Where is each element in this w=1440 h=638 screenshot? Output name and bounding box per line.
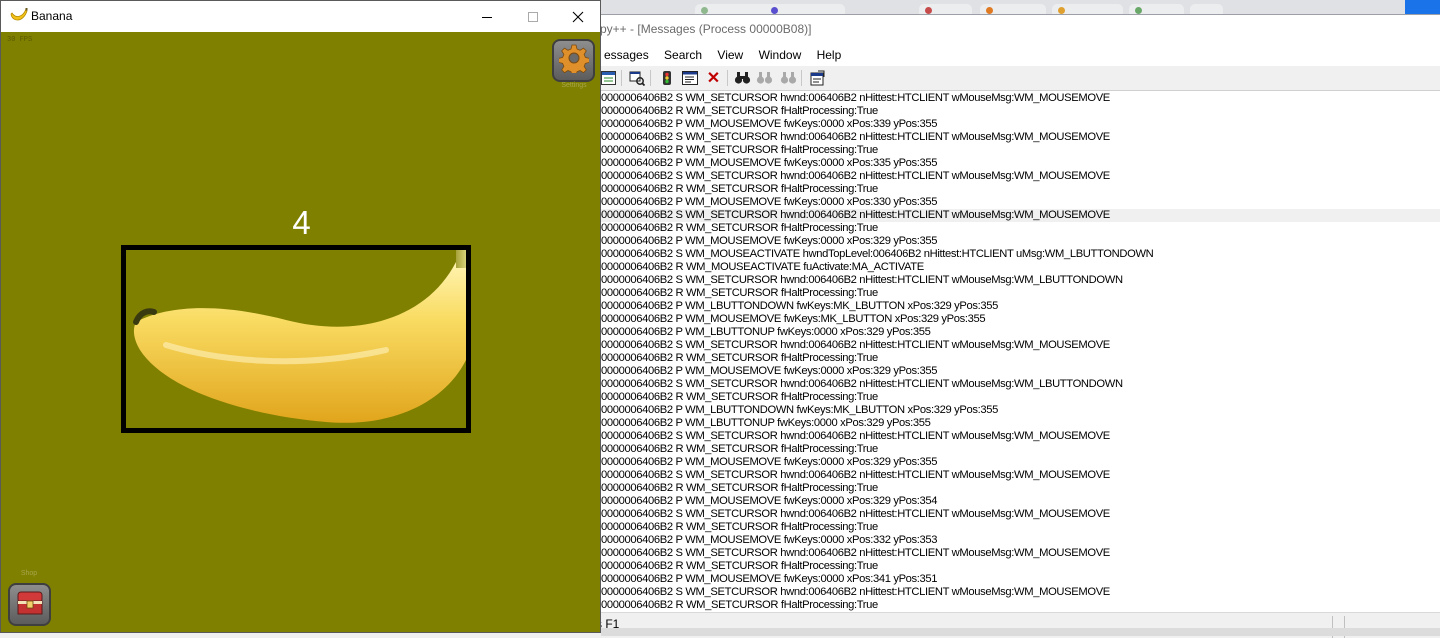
- banana-icon: [9, 7, 29, 25]
- settings-button[interactable]: [552, 39, 595, 82]
- message-row[interactable]: 0000006406B2 P WM_MOUSEMOVE fwKeys:0000 …: [600, 456, 1440, 469]
- message-row[interactable]: 0000006406B2 P WM_LBUTTONDOWN fwKeys:MK_…: [600, 404, 1440, 417]
- message-row[interactable]: 0000006406B2 R WM_SETCURSOR fHaltProcess…: [600, 352, 1440, 365]
- message-row[interactable]: 0000006406B2 P WM_MOUSEMOVE fwKeys:0000 …: [600, 365, 1440, 378]
- menu-search[interactable]: Search: [658, 45, 708, 65]
- message-row[interactable]: 0000006406B2 R WM_SETCURSOR fHaltProcess…: [600, 443, 1440, 456]
- message-row[interactable]: 0000006406B2 R WM_SETCURSOR fHaltProcess…: [600, 391, 1440, 404]
- spy-title-text: Spy++ - [Messages (Process 00000B08)]: [592, 22, 812, 36]
- message-row[interactable]: 0000006406B2 P WM_LBUTTONDOWN fwKeys:MK_…: [600, 300, 1440, 313]
- clear-log-icon[interactable]: ✕: [705, 69, 722, 87]
- close-button[interactable]: [555, 1, 601, 32]
- fps-counter: 30 FPS: [7, 36, 33, 44]
- menu-window[interactable]: Window: [753, 45, 808, 65]
- menu-view[interactable]: View: [711, 45, 749, 65]
- banana-title-bar[interactable]: Banana: [1, 1, 600, 32]
- spy-window: Spy++ - [Messages (Process 00000B08)] es…: [592, 14, 1440, 638]
- message-row[interactable]: 0000006406B2 P WM_MOUSEMOVE fwKeys:0000 …: [600, 196, 1440, 209]
- message-row[interactable]: 0000006406B2 P WM_MOUSEMOVE fwKeys:0000 …: [600, 534, 1440, 547]
- window-list-icon[interactable]: [600, 69, 617, 86]
- toolbar-separator: [650, 70, 651, 86]
- message-row[interactable]: 0000006406B2 S WM_SETCURSOR hwnd:006406B…: [600, 170, 1440, 183]
- message-options-icon[interactable]: [681, 69, 698, 86]
- message-row[interactable]: 0000006406B2 S WM_SETCURSOR hwnd:006406B…: [600, 378, 1440, 391]
- properties-icon[interactable]: [808, 69, 825, 86]
- banana-window: Banana 30 FPS Settings 4 Shop: [0, 0, 601, 633]
- message-row[interactable]: 0000006406B2 S WM_SETCURSOR hwnd:006406B…: [600, 131, 1440, 144]
- message-row[interactable]: 0000006406B2 R WM_SETCURSOR fHaltProcess…: [600, 482, 1440, 495]
- tab-favicon-icon: [771, 7, 778, 14]
- toolbar-separator: [727, 70, 728, 86]
- menu-messages[interactable]: essages: [598, 45, 655, 65]
- toolbar-separator: [801, 70, 802, 86]
- find-previous-icon[interactable]: [780, 69, 797, 86]
- browser-accent-bar: [1405, 0, 1440, 14]
- find-binoculars-icon[interactable]: [734, 69, 751, 86]
- find-next-icon[interactable]: [756, 69, 773, 86]
- message-row[interactable]: 0000006406B2 S WM_SETCURSOR hwnd:006406B…: [600, 430, 1440, 443]
- message-row[interactable]: 0000006406B2 S WM_SETCURSOR hwnd:006406B…: [600, 469, 1440, 482]
- minimize-button[interactable]: [464, 1, 510, 32]
- message-row[interactable]: 0000006406B2 R WM_SETCURSOR fHaltProcess…: [600, 144, 1440, 157]
- message-row[interactable]: 0000006406B2 S WM_SETCURSOR hwnd:006406B…: [600, 92, 1440, 105]
- message-row[interactable]: 0000006406B2 R WM_SETCURSOR fHaltProcess…: [600, 521, 1440, 534]
- chest-icon: [15, 587, 45, 622]
- message-row[interactable]: 0000006406B2 S WM_SETCURSOR hwnd:006406B…: [600, 209, 1440, 222]
- message-row[interactable]: 0000006406B2 S WM_SETCURSOR hwnd:006406B…: [600, 547, 1440, 560]
- spy-menu-bar: essages Search View Window Help: [600, 45, 1440, 65]
- message-row[interactable]: 0000006406B2 R WM_MOUSEACTIVATE fuActiva…: [600, 261, 1440, 274]
- tab-favicon-icon: [986, 7, 993, 14]
- tab-favicon-icon: [701, 7, 708, 14]
- banana-window-title: Banana: [31, 9, 73, 23]
- shop-label: Shop: [20, 570, 38, 577]
- message-row[interactable]: 0000006406B2 R WM_SETCURSOR fHaltProcess…: [600, 183, 1440, 196]
- toolbar-separator: [621, 70, 622, 86]
- message-row[interactable]: 0000006406B2 S WM_SETCURSOR hwnd:006406B…: [600, 274, 1440, 287]
- menu-help[interactable]: Help: [811, 45, 848, 65]
- message-row[interactable]: 0000006406B2 P WM_MOUSEMOVE fwKeys:0000 …: [600, 118, 1440, 131]
- tab-favicon-icon: [1058, 7, 1065, 14]
- shop-button[interactable]: [8, 583, 51, 626]
- message-row[interactable]: 0000006406B2 P WM_MOUSEMOVE fwKeys:MK_LB…: [600, 313, 1440, 326]
- message-row[interactable]: 0000006406B2 P WM_LBUTTONUP fwKeys:0000 …: [600, 326, 1440, 339]
- spy-toolbar: ✕: [600, 66, 1440, 91]
- message-row[interactable]: 0000006406B2 S WM_SETCURSOR hwnd:006406B…: [600, 339, 1440, 352]
- start-logging-icon[interactable]: [658, 69, 675, 86]
- message-row[interactable]: 0000006406B2 P WM_MOUSEMOVE fwKeys:0000 …: [600, 573, 1440, 586]
- message-row[interactable]: 0000006406B2 S WM_MOUSEACTIVATE hwndTopL…: [600, 248, 1440, 261]
- gear-icon: [557, 43, 590, 78]
- maximize-button[interactable]: [510, 1, 556, 32]
- message-row[interactable]: 0000006406B2 R WM_SETCURSOR fHaltProcess…: [600, 222, 1440, 235]
- message-row[interactable]: 0000006406B2 R WM_SETCURSOR fHaltProcess…: [600, 105, 1440, 118]
- message-row[interactable]: 0000006406B2 R WM_SETCURSOR fHaltProcess…: [600, 599, 1440, 612]
- banana-counter: 4: [292, 204, 311, 241]
- banana-click-target[interactable]: [121, 245, 471, 433]
- tab-favicon-icon: [925, 7, 932, 14]
- taskbar-edge: [601, 628, 1440, 636]
- find-window-icon[interactable]: [628, 69, 645, 86]
- message-row[interactable]: 0000006406B2 P WM_LBUTTONUP fwKeys:0000 …: [600, 417, 1440, 430]
- message-log-list[interactable]: 0000006406B2 S WM_SETCURSOR hwnd:006406B…: [600, 92, 1440, 612]
- message-row[interactable]: 0000006406B2 P WM_MOUSEMOVE fwKeys:0000 …: [600, 235, 1440, 248]
- message-row[interactable]: 0000006406B2 S WM_SETCURSOR hwnd:006406B…: [600, 586, 1440, 599]
- banana-image: [133, 250, 466, 423]
- message-row[interactable]: 0000006406B2 P WM_MOUSEMOVE fwKeys:0000 …: [600, 157, 1440, 170]
- message-row[interactable]: 0000006406B2 P WM_MOUSEMOVE fwKeys:0000 …: [600, 495, 1440, 508]
- message-row[interactable]: 0000006406B2 R WM_SETCURSOR fHaltProcess…: [600, 287, 1440, 300]
- spy-title-bar[interactable]: Spy++ - [Messages (Process 00000B08)]: [592, 15, 1440, 44]
- settings-label: Settings: [561, 82, 587, 89]
- tab-favicon-icon: [1135, 7, 1142, 14]
- message-row[interactable]: 0000006406B2 S WM_SETCURSOR hwnd:006406B…: [600, 508, 1440, 521]
- game-area: 30 FPS Settings 4 Shop: [1, 32, 600, 632]
- message-row[interactable]: 0000006406B2 R WM_SETCURSOR fHaltProcess…: [600, 560, 1440, 573]
